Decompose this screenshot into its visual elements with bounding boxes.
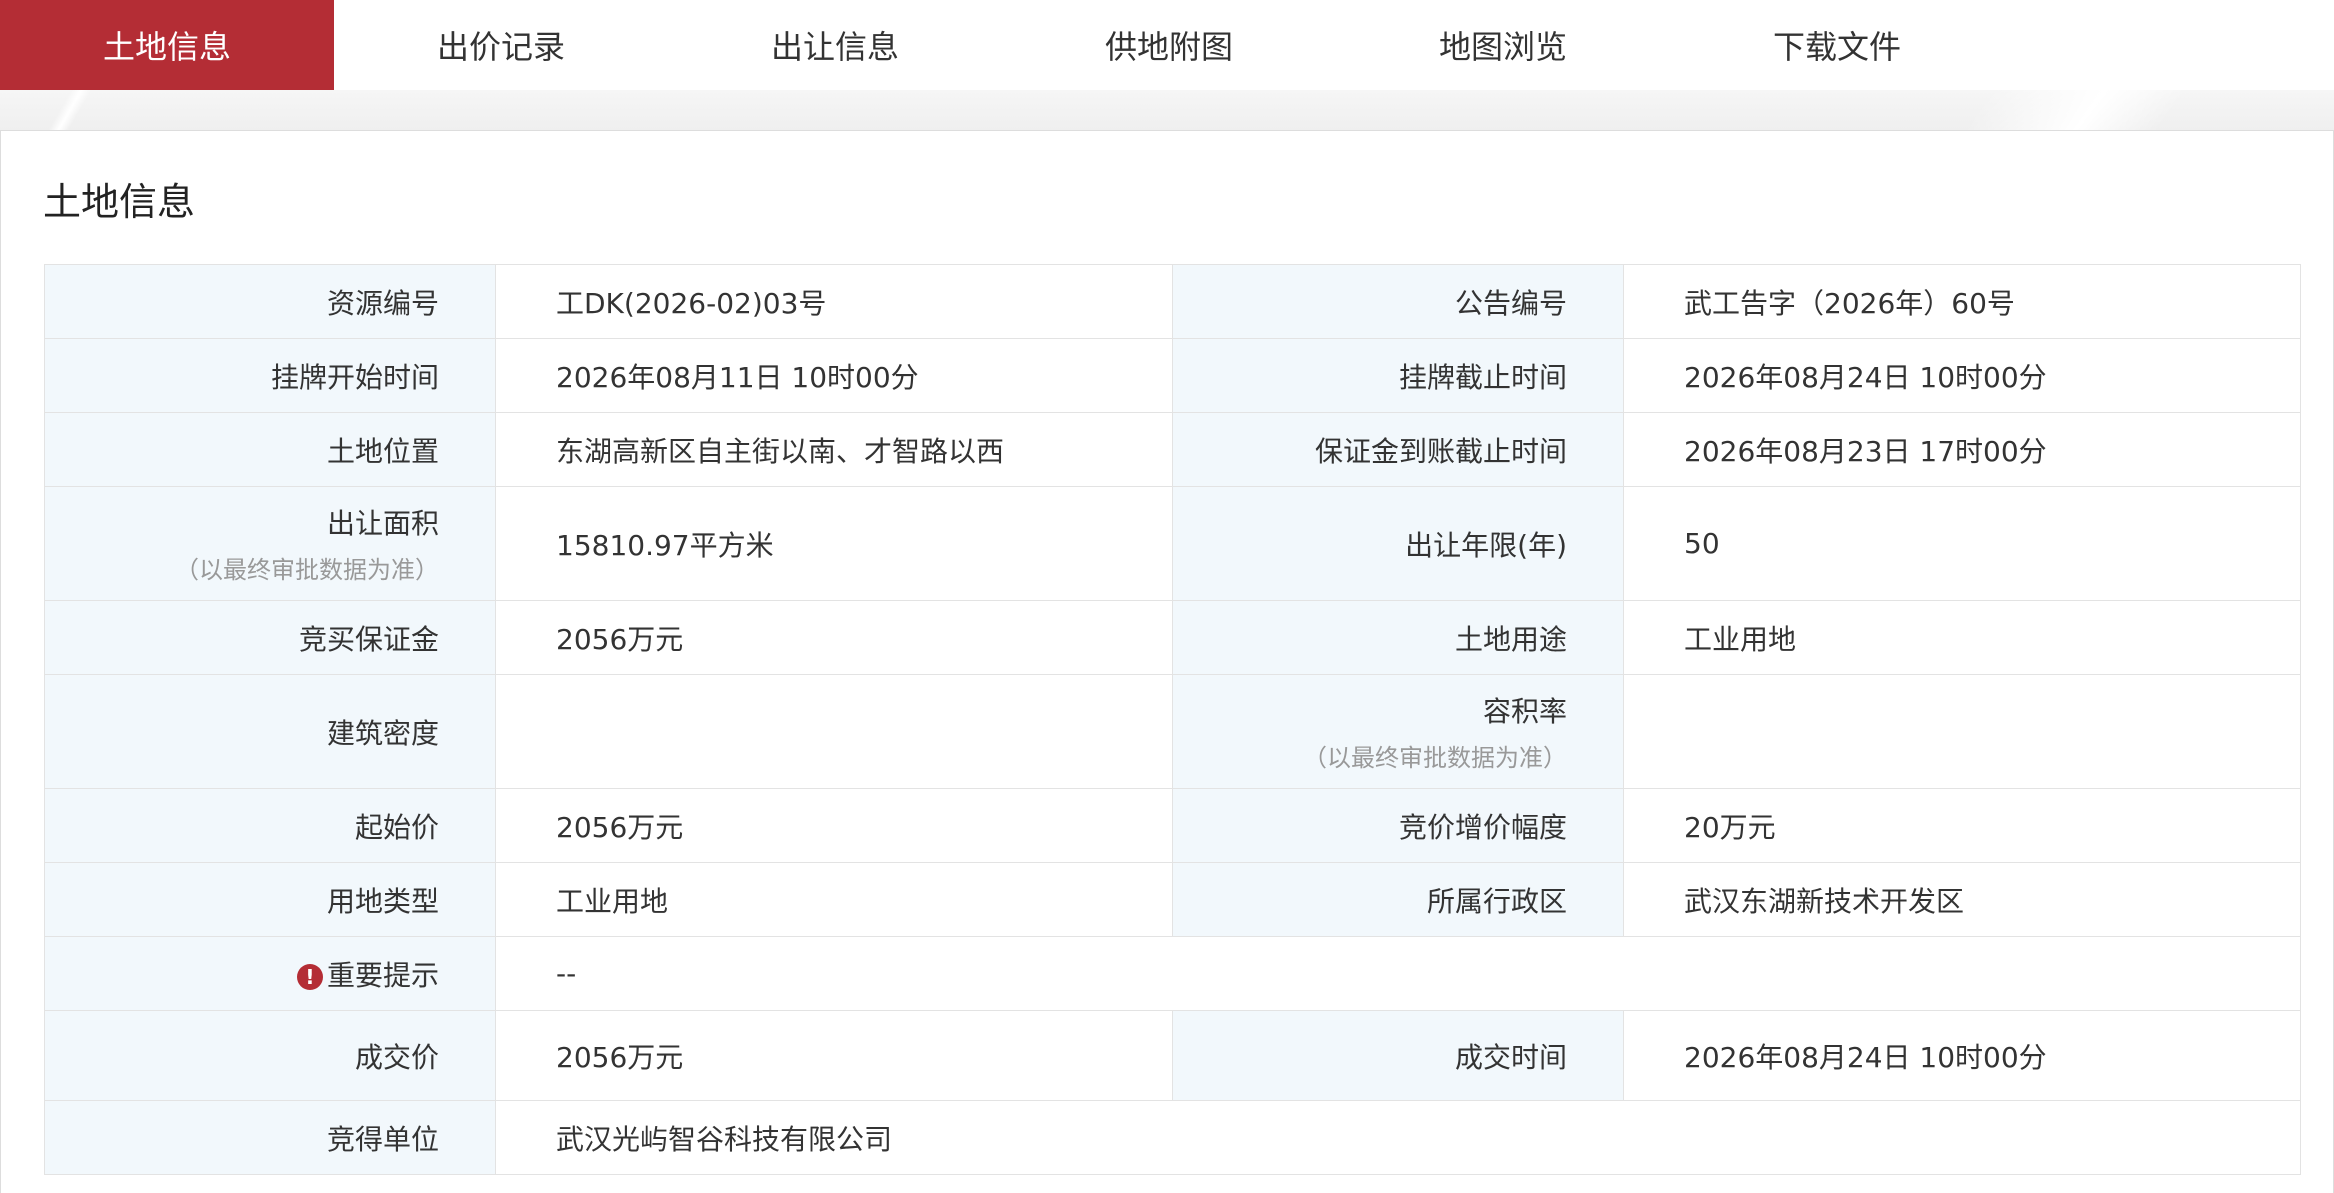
label-text: 重要提示 [326,958,439,992]
tab-map-browse[interactable]: 地图浏览 [1336,0,1670,90]
exclamation-circle-icon: ! [296,963,323,990]
tab-label: 下载文件 [1772,28,1901,66]
label-building-density: 建筑密度 [44,674,496,789]
label-starting-price: 起始价 [44,788,496,863]
tab-label: 地图浏览 [1438,28,1567,66]
label-deal-time: 成交时间 [1172,1010,1624,1101]
tab-supply-maps[interactable]: 供地附图 [1002,0,1336,90]
tab-land-info[interactable]: 土地信息 [0,0,334,104]
section-title: 土地信息 [43,180,196,224]
value-deal-price: 2056万元 [495,1010,1173,1101]
tab-label: 出让信息 [770,28,899,66]
tab-download-files[interactable]: 下载文件 [1670,0,2004,90]
table-row: 建筑密度 容积率 （以最终审批数据为准） [44,674,2301,789]
value-admin-district: 武汉东湖新技术开发区 [1623,862,2301,937]
value-land-use: 工业用地 [1623,600,2301,675]
value-listing-start: 2026年08月11日 10时00分 [495,338,1173,413]
label-bid-increment: 竞价增价幅度 [1172,788,1624,863]
value-transfer-area: 15810.97平方米 [495,486,1173,601]
label-transfer-area: 出让面积 （以最终审批数据为准） [44,486,496,601]
label-deposit-deadline: 保证金到账截止时间 [1172,412,1624,487]
label-listing-end: 挂牌截止时间 [1172,338,1624,413]
value-bid-deposit: 2056万元 [495,600,1173,675]
label-listing-start: 挂牌开始时间 [44,338,496,413]
tab-bid-records[interactable]: 出价记录 [334,0,668,90]
table-row: 用地类型 工业用地 所属行政区 武汉东湖新技术开发区 [44,862,2301,937]
label-note: （以最终审批数据为准） [175,556,439,584]
table-row: 资源编号 工DK(2026-02)03号 公告编号 武工告字（2026年）60号 [44,264,2301,339]
label-admin-district: 所属行政区 [1172,862,1624,937]
tab-label: 土地信息 [102,28,231,66]
value-land-type: 工业用地 [495,862,1173,937]
land-info-table: 资源编号 工DK(2026-02)03号 公告编号 武工告字（2026年）60号… [44,264,2301,1175]
label-winning-bidder: 竞得单位 [44,1100,496,1175]
tab-bar: 土地信息 出价记录 出让信息 供地附图 地图浏览 下载文件 [0,0,2334,104]
value-building-density [495,674,1173,789]
tab-label: 供地附图 [1104,28,1233,66]
label-announcement-number: 公告编号 [1172,264,1624,339]
value-deposit-deadline: 2026年08月23日 17时00分 [1623,412,2301,487]
label-important-notice: ! 重要提示 [44,936,496,1011]
table-row: 土地位置 东湖高新区自主街以南、才智路以西 保证金到账截止时间 2026年08月… [44,412,2301,487]
label-note: （以最终审批数据为准） [1303,744,1567,772]
value-resource-number: 工DK(2026-02)03号 [495,264,1173,339]
value-plot-ratio [1623,674,2301,789]
label-land-use: 土地用途 [1172,600,1624,675]
value-transfer-term: 50 [1623,486,2301,601]
label-plot-ratio: 容积率 （以最终审批数据为准） [1172,674,1624,789]
label-deal-price: 成交价 [44,1010,496,1101]
label-text: 容积率 [1482,695,1567,728]
table-row: 竞买保证金 2056万元 土地用途 工业用地 [44,600,2301,675]
decorative-stripe [48,90,92,130]
table-row: 成交价 2056万元 成交时间 2026年08月24日 10时00分 [44,1010,2301,1101]
value-listing-end: 2026年08月24日 10时00分 [1623,338,2301,413]
value-announcement-number: 武工告字（2026年）60号 [1623,264,2301,339]
table-row: 挂牌开始时间 2026年08月11日 10时00分 挂牌截止时间 2026年08… [44,338,2301,413]
decorative-strip [0,90,2334,130]
value-bid-increment: 20万元 [1623,788,2301,863]
table-row: ! 重要提示 -- [44,936,2301,1011]
table-row: 起始价 2056万元 竞价增价幅度 20万元 [44,788,2301,863]
value-important-notice: -- [495,936,2301,1011]
value-deal-time: 2026年08月24日 10时00分 [1623,1010,2301,1101]
label-resource-number: 资源编号 [44,264,496,339]
label-text: 出让面积 [326,507,439,540]
label-land-location: 土地位置 [44,412,496,487]
content-panel: 土地信息 资源编号 工DK(2026-02)03号 公告编号 武工告字（2026… [0,130,2334,1193]
tab-label: 出价记录 [436,28,565,66]
tab-transfer-info[interactable]: 出让信息 [668,0,1002,90]
label-land-type: 用地类型 [44,862,496,937]
value-winning-bidder: 武汉光屿智谷科技有限公司 [495,1100,2301,1175]
label-bid-deposit: 竞买保证金 [44,600,496,675]
label-transfer-term: 出让年限(年) [1172,486,1624,601]
value-land-location: 东湖高新区自主街以南、才智路以西 [495,412,1173,487]
value-starting-price: 2056万元 [495,788,1173,863]
table-row: 出让面积 （以最终审批数据为准） 15810.97平方米 出让年限(年) 50 [44,486,2301,601]
decorative-stripe [1968,90,2312,130]
table-row: 竞得单位 武汉光屿智谷科技有限公司 [44,1100,2301,1175]
